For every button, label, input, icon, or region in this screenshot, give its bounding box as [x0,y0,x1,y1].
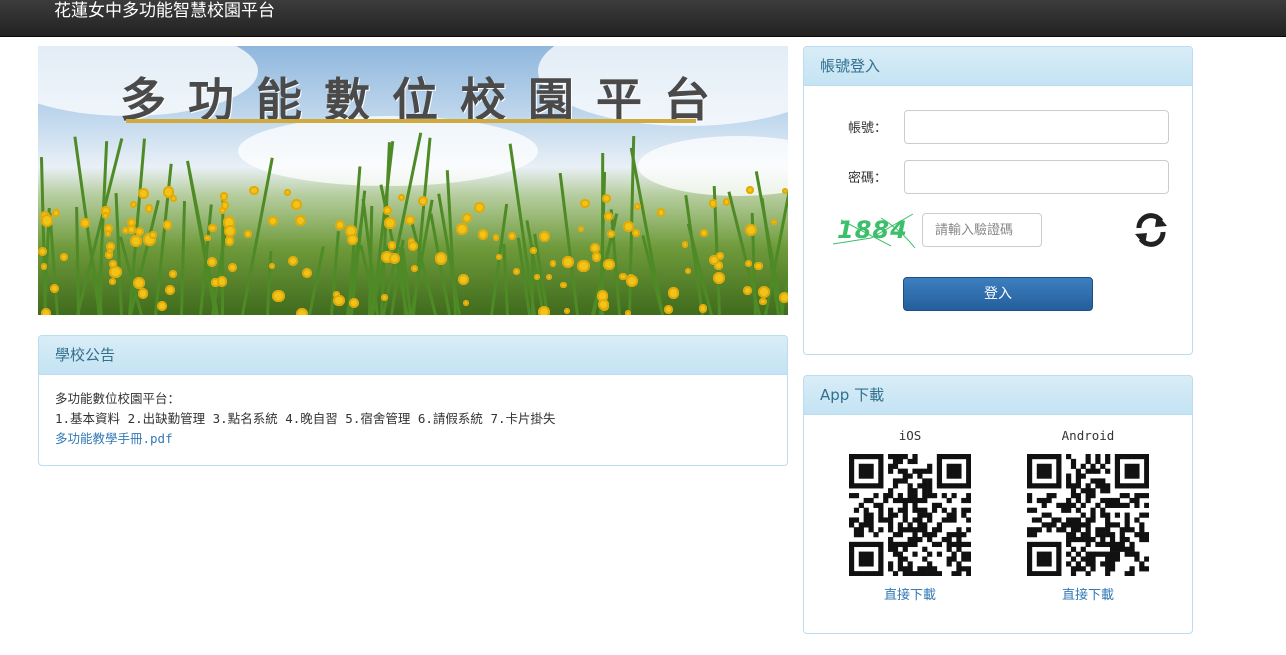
login-panel: 帳號登入 帳號： 密碼： 1884 登入 [803,46,1193,355]
refresh-captcha-icon[interactable] [1131,210,1171,250]
notice-line-2: 1.基本資料 2.出缺勤管理 3.點名系統 4.晚自習 5.宿舍管理 6.請假系… [55,411,556,426]
site-brand[interactable]: 花蓮女中多功能智慧校園平台 [54,0,275,22]
ios-download-link[interactable]: 直接下載 [830,584,990,603]
ios-label: iOS [898,428,922,443]
android-download: Android 直接下載 [1008,428,1168,603]
login-heading: 帳號登入 [804,47,1192,86]
ios-qr-code [849,454,971,576]
school-notice-panel: 學校公告 多功能數位校園平台： 1.基本資料 2.出缺勤管理 3.點名系統 4.… [38,335,788,466]
top-navbar: 花蓮女中多功能智慧校園平台 [0,0,1286,37]
captcha-input[interactable] [922,213,1042,247]
android-download-link[interactable]: 直接下載 [1008,584,1168,603]
login-button[interactable]: 登入 [903,277,1093,311]
android-label: Android [1061,428,1115,443]
notice-heading: 學校公告 [39,336,787,375]
manual-pdf-link[interactable]: 多功能教學手冊.pdf [55,431,173,446]
account-input[interactable] [904,110,1169,144]
captcha-image: 1884 [831,210,919,250]
account-label: 帳號： [848,121,888,136]
password-input[interactable] [904,160,1169,194]
password-label: 密碼： [848,171,888,186]
app-heading: App 下載 [804,376,1192,415]
android-qr-code [1027,454,1149,576]
captcha-text: 1884 [837,216,908,244]
banner-title-underline [126,119,696,123]
banner-image: 多功能數位校園平台 [38,46,788,315]
app-download-panel: App 下載 iOS 直接下載 Android 直接下載 [803,375,1193,634]
notice-line-1: 多功能數位校園平台： [55,391,181,406]
ios-download: iOS 直接下載 [830,428,990,603]
